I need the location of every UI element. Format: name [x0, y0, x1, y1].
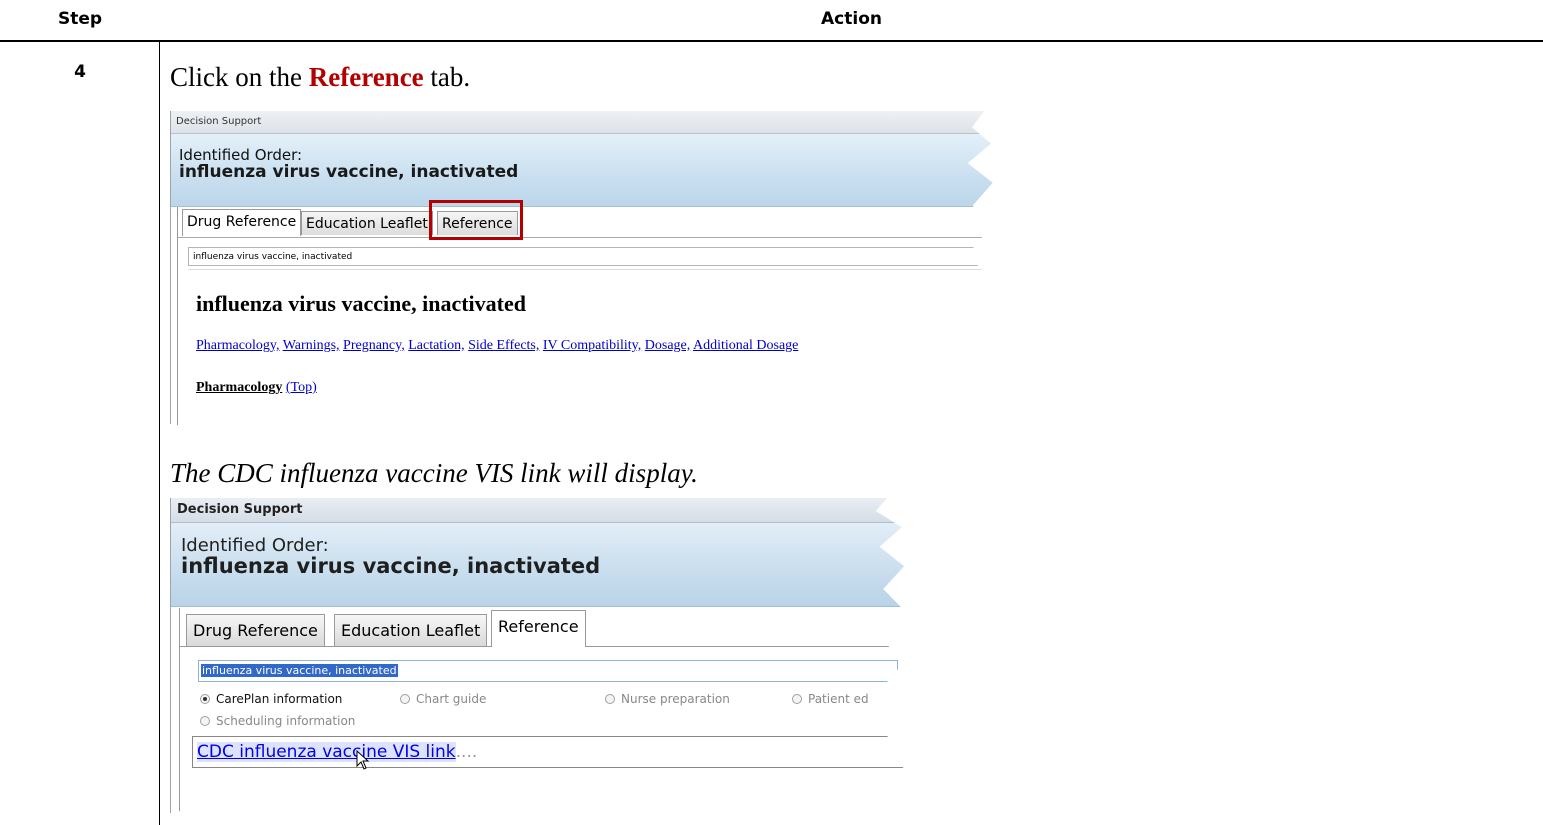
radio-icon	[605, 694, 615, 704]
link-warnings[interactable]: Warnings,	[283, 338, 340, 353]
search-field[interactable]: influenza virus vaccine, inactivated	[198, 660, 898, 682]
order-header: Identified Order: influenza virus vaccin…	[171, 523, 906, 607]
column-divider	[159, 41, 160, 825]
window-title: Decision Support	[171, 111, 993, 134]
radio-selected-icon	[200, 694, 210, 704]
radio-scheduling[interactable]: Scheduling information	[200, 714, 355, 728]
link-pregnancy[interactable]: Pregnancy,	[343, 338, 405, 353]
identified-order-label: Identified Order:	[181, 535, 329, 556]
link-lactation[interactable]: Lactation,	[408, 338, 464, 353]
identified-order-label: Identified Order:	[179, 146, 303, 164]
tab-drug-reference[interactable]: Drug Reference	[182, 209, 302, 236]
link-suffix: ....	[455, 742, 478, 762]
screenshot-before: Decision Support Identified Order: influ…	[170, 111, 993, 437]
radio-icon	[200, 716, 210, 726]
highlight-box	[429, 200, 523, 240]
radio-label: Chart guide	[416, 692, 487, 706]
reference-content: CDC influenza vaccine VIS link....	[192, 736, 906, 768]
instruction-emphasis: Reference	[308, 62, 424, 92]
radio-chart-guide[interactable]: Chart guide	[400, 692, 486, 706]
radio-label: Patient ed	[808, 692, 869, 706]
section-label: Pharmacology	[196, 380, 283, 395]
radio-label: CarePlan information	[216, 692, 343, 706]
selected-text: influenza virus vaccine, inactivated	[201, 664, 398, 677]
top-link[interactable]: (Top)	[286, 380, 317, 395]
header-divider	[0, 40, 1543, 42]
mouse-cursor-icon	[356, 750, 370, 770]
tab-drug-reference[interactable]: Drug Reference	[186, 614, 325, 646]
radio-label: Nurse preparation	[621, 692, 730, 706]
radio-careplan[interactable]: CarePlan information	[200, 692, 342, 706]
window-title: Decision Support	[171, 498, 906, 523]
tab-strip: Drug Reference Education Leaflet Referen…	[178, 200, 993, 240]
instruction-text: Click on the	[170, 62, 309, 92]
radio-icon	[792, 694, 802, 704]
link-side-effects[interactable]: Side Effects,	[468, 338, 539, 353]
instruction-text-end: tab.	[423, 62, 471, 92]
result-note: The CDC influenza vaccine VIS link will …	[170, 458, 698, 488]
tab-reference[interactable]: Reference	[491, 610, 586, 647]
action-column-header: Action	[821, 8, 882, 29]
drug-heading: influenza virus vaccine, inactivated	[196, 291, 526, 316]
step-instruction: Click on the Reference tab.	[170, 62, 470, 93]
link-iv-compatibility[interactable]: IV Compatibility,	[543, 338, 641, 353]
radio-label: Scheduling information	[216, 714, 356, 728]
order-header: Identified Order: influenza virus vaccin…	[171, 134, 993, 207]
radio-icon	[400, 694, 410, 704]
link-pharmacology[interactable]: Pharmacology,	[196, 338, 279, 353]
pharmacology-section: Pharmacology (Top)	[196, 380, 317, 396]
radio-nurse-preparation[interactable]: Nurse preparation	[605, 692, 730, 706]
link-dosage[interactable]: Dosage,	[645, 338, 691, 353]
radio-patient-ed[interactable]: Patient ed	[792, 692, 869, 706]
step-number: 4	[74, 62, 86, 82]
tab-strip: Drug Reference Education Leaflet Referen…	[180, 608, 906, 647]
cdc-vis-link[interactable]: CDC influenza vaccine VIS link	[197, 742, 456, 762]
divider	[188, 269, 988, 270]
tab-education-leaflet[interactable]: Education Leaflet	[301, 211, 433, 235]
tab-panel: Drug Reference Education Leaflet Referen…	[177, 200, 993, 437]
search-field[interactable]: influenza virus vaccine, inactivated	[188, 247, 988, 266]
step-column-header: Step	[57, 8, 103, 29]
order-name: influenza virus vaccine, inactivated	[181, 554, 601, 578]
tab-panel: Drug Reference Education Leaflet Referen…	[179, 608, 906, 819]
order-name: influenza virus vaccine, inactivated	[179, 162, 519, 182]
section-links: Pharmacology, Warnings, Pregnancy, Lacta…	[196, 338, 798, 354]
tab-education-leaflet[interactable]: Education Leaflet	[334, 614, 488, 646]
link-additional-dosage[interactable]: Additional Dosage	[693, 338, 798, 353]
screenshot-after: Decision Support Identified Order: influ…	[170, 498, 906, 819]
